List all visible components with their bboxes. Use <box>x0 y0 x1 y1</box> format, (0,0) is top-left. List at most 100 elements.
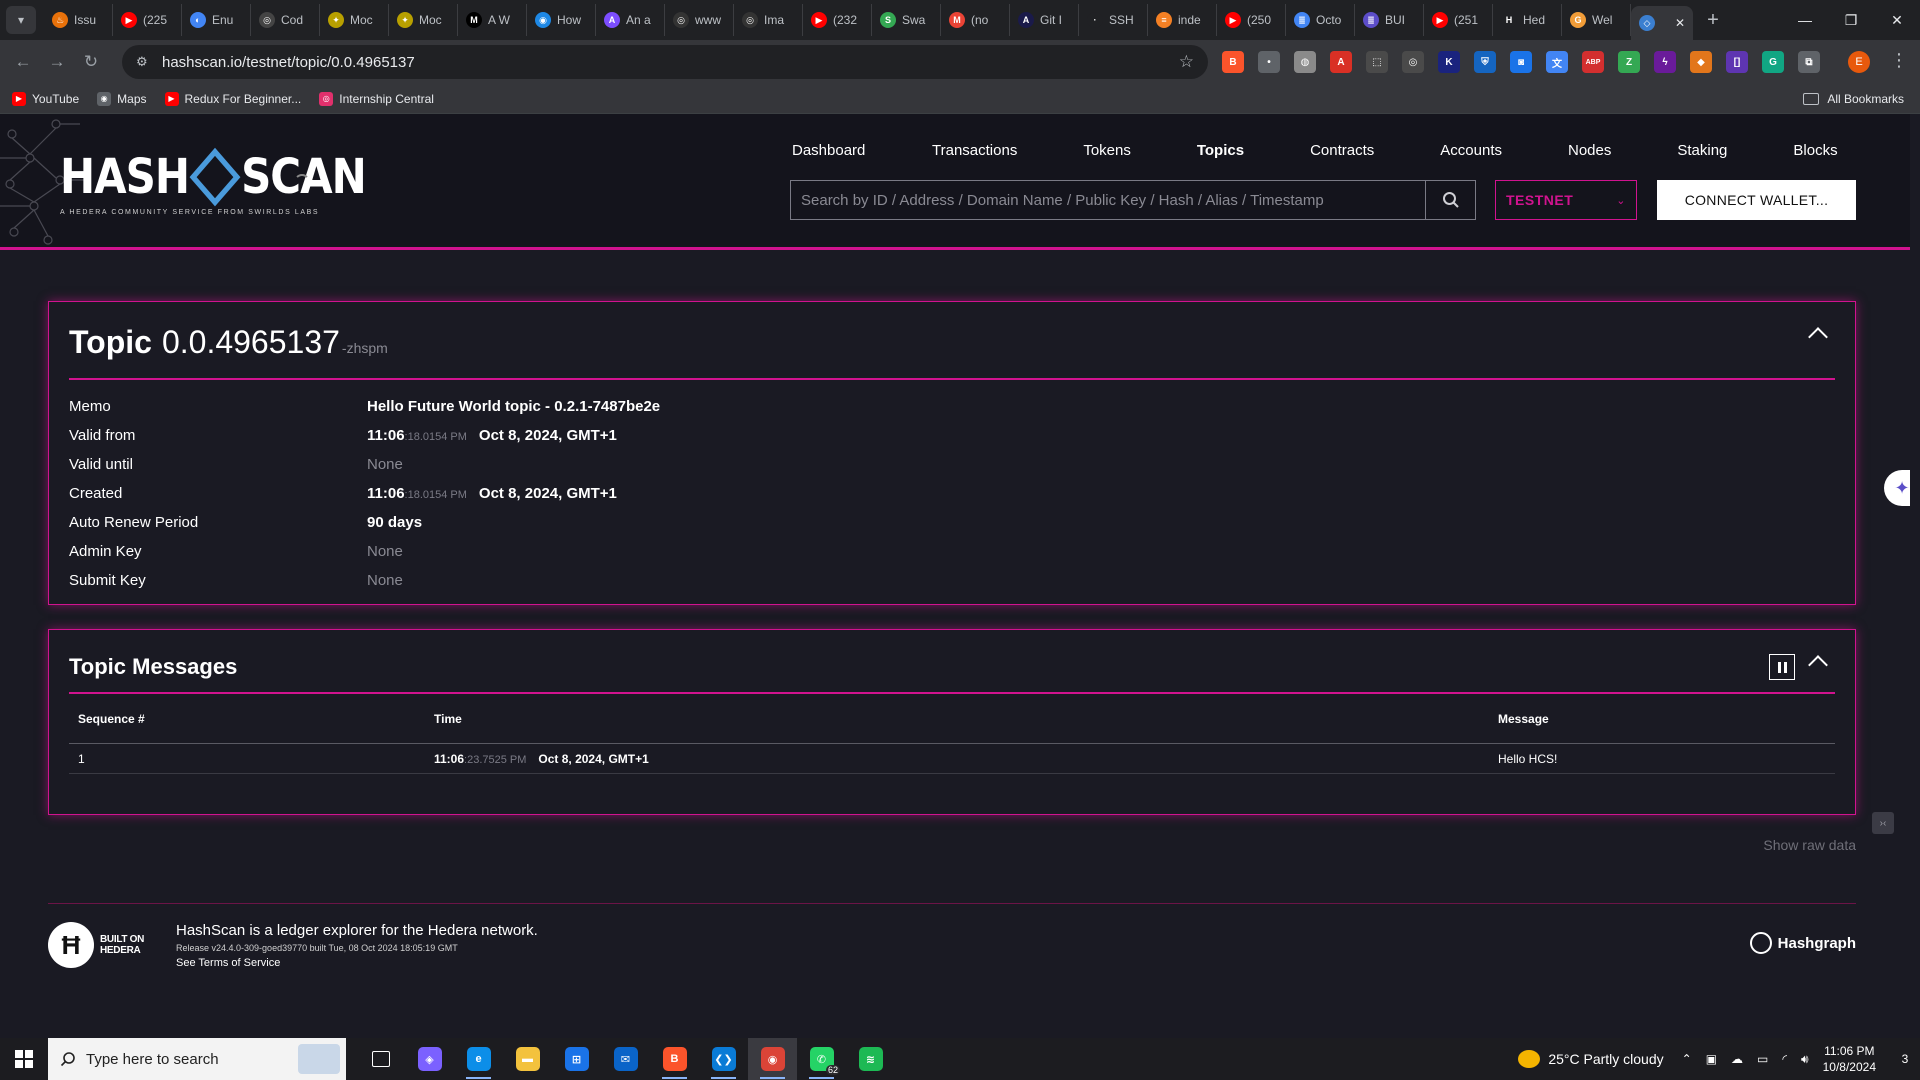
vscode-taskbar-button[interactable]: ❮❯ <box>699 1038 748 1080</box>
taskbar-search-box[interactable]: Type here to search <box>48 1038 346 1080</box>
hashgraph-logo[interactable]: Hashgraph <box>1749 932 1856 954</box>
metamask-icon[interactable]: ◆ <box>1690 51 1712 73</box>
pdf-icon[interactable]: A <box>1330 51 1352 73</box>
browser-tab[interactable]: ◇ ✕ <box>1631 6 1693 40</box>
browser-tab[interactable]: H Hed <box>1493 4 1562 36</box>
nav-transactions[interactable]: Transactions <box>932 142 1017 159</box>
close-tab-icon[interactable]: ✕ <box>1675 16 1685 30</box>
browser-tab[interactable]: ✦ Moc <box>320 4 389 36</box>
site-info-icon[interactable]: ⚙ <box>136 54 158 70</box>
weather-widget[interactable]: 25°C Partly cloudy <box>1518 1050 1664 1068</box>
browser-tab[interactable]: ✦ Moc <box>389 4 458 36</box>
column-header-sequence[interactable]: Sequence # <box>69 712 434 726</box>
bookmark-item[interactable]: ▶ YouTube <box>12 91 79 106</box>
adblock-icon[interactable]: ABP <box>1582 51 1604 73</box>
nav-topics[interactable]: Topics <box>1197 142 1244 159</box>
close-window-button[interactable]: ✕ <box>1874 0 1920 40</box>
system-clock[interactable]: 11:06 PM 10/8/2024 <box>1823 1043 1876 1075</box>
browser-tab[interactable]: G Wel <box>1562 4 1631 36</box>
browser-tab[interactable]: ♨ Issu <box>44 4 113 36</box>
browser-tab[interactable]: A An a <box>596 4 665 36</box>
lightning-extension-icon[interactable]: ϟ <box>1654 51 1676 73</box>
screenshot-icon[interactable]: ⬚ <box>1366 51 1388 73</box>
url-text[interactable]: hashscan.io/testnet/topic/0.0.4965137 <box>162 54 415 71</box>
collapse-chevron-up-icon[interactable] <box>1808 655 1828 675</box>
all-bookmarks-button[interactable]: All Bookmarks <box>1803 92 1904 106</box>
collapse-chevron-up-icon[interactable] <box>1808 327 1828 347</box>
code-toggle-icon[interactable]: ›‹ <box>1872 812 1894 834</box>
bookmark-item[interactable]: ◉ Maps <box>97 91 147 106</box>
show-raw-data-link[interactable]: Show raw data <box>1763 837 1856 853</box>
start-button[interactable] <box>0 1038 48 1080</box>
browser-tab[interactable]: ◎ Cod <box>251 4 320 36</box>
search-button[interactable] <box>1426 180 1476 220</box>
browser-tab[interactable]: ≡ inde <box>1148 4 1217 36</box>
nav-tokens[interactable]: Tokens <box>1083 142 1131 159</box>
browser-tab[interactable]: ≣ BUI <box>1355 4 1424 36</box>
grammarly-icon[interactable]: G <box>1762 51 1784 73</box>
meet-now-icon[interactable]: ▣ <box>1706 1052 1717 1067</box>
column-header-time[interactable]: Time <box>434 712 1498 726</box>
pause-button[interactable] <box>1769 654 1795 680</box>
new-tab-button[interactable]: + <box>1699 6 1727 34</box>
task-view-taskbar-button[interactable]: ⧉ <box>356 1038 405 1080</box>
copilot-taskbar-button[interactable]: ◈ <box>405 1038 454 1080</box>
browser-tab[interactable]: ▶ (251 <box>1424 4 1493 36</box>
browser-tab[interactable]: ▶ (250 <box>1217 4 1286 36</box>
onedrive-icon[interactable]: ☁ <box>1731 1052 1743 1067</box>
battery-icon[interactable]: ▭ <box>1757 1052 1768 1067</box>
bookmark-star-icon[interactable]: ☆ <box>1179 52 1194 72</box>
page-scrollbar[interactable] <box>1910 114 1920 1038</box>
browser-tab[interactable]: ≣ Octo <box>1286 4 1355 36</box>
mail-taskbar-button[interactable]: ✉ <box>601 1038 650 1080</box>
restore-button[interactable]: ❐ <box>1828 0 1874 40</box>
nav-blocks[interactable]: Blocks <box>1793 142 1837 159</box>
brave-icon[interactable]: B <box>1222 51 1244 73</box>
browser-tab[interactable]: M (no <box>941 4 1010 36</box>
target-icon[interactable]: ◎ <box>1402 51 1424 73</box>
reload-button[interactable]: ↻ <box>74 45 108 79</box>
bracket-extension-icon[interactable]: [] <box>1726 51 1748 73</box>
globe-extension-icon[interactable]: ◍ <box>1294 51 1316 73</box>
nav-accounts[interactable]: Accounts <box>1440 142 1502 159</box>
browser-tab[interactable]: ▶ (232 <box>803 4 872 36</box>
code-extension-icon[interactable]: K <box>1438 51 1460 73</box>
volume-icon[interactable]: 🔊︎ <box>1801 1052 1809 1067</box>
column-header-message[interactable]: Message <box>1498 712 1835 726</box>
forward-button[interactable]: → <box>40 45 74 79</box>
brave-browser-taskbar-button[interactable]: B <box>650 1038 699 1080</box>
search-field[interactable] <box>790 180 1426 220</box>
camera-extension-icon[interactable]: ◙ <box>1510 51 1532 73</box>
browser-tab[interactable]: ▶ (225 <box>113 4 182 36</box>
nav-contracts[interactable]: Contracts <box>1310 142 1374 159</box>
search-input[interactable] <box>801 191 1401 209</box>
bookmark-item[interactable]: ◎ Internship Central <box>319 91 434 106</box>
browser-tab[interactable]: MA W <box>458 4 527 36</box>
back-button[interactable]: ← <box>6 45 40 79</box>
show-hidden-icons-chevron-icon[interactable]: ⌃ <box>1682 1052 1692 1067</box>
tracker-extension-icon[interactable]: Z <box>1618 51 1640 73</box>
whatsapp-taskbar-button[interactable]: ✆ 62 <box>797 1038 846 1080</box>
tab-search-button[interactable]: ▾ <box>6 6 36 34</box>
address-bar[interactable]: ⚙ hashscan.io/testnet/topic/0.0.4965137 … <box>122 45 1208 79</box>
browser-menu-icon[interactable]: ⋮ <box>1890 50 1908 71</box>
network-selector[interactable]: TESTNET ⌄ <box>1495 180 1637 220</box>
wifi-icon[interactable]: ◜ <box>1782 1052 1787 1067</box>
terms-of-service-link[interactable]: See Terms of Service <box>176 957 538 969</box>
extensions-puzzle-icon[interactable]: ⧉ <box>1798 51 1820 73</box>
file-explorer-taskbar-button[interactable]: ▬ <box>503 1038 552 1080</box>
built-on-hedera-logo[interactable]: Ħ BUILT ON HEDERA <box>48 922 144 968</box>
chrome-taskbar-button[interactable]: ◉ <box>748 1038 797 1080</box>
nav-staking[interactable]: Staking <box>1677 142 1727 159</box>
spotify-taskbar-button[interactable]: ≋ <box>846 1038 895 1080</box>
browser-tab[interactable]: ◉ How <box>527 4 596 36</box>
table-row[interactable]: 1 11:06:23.7525 PM Oct 8, 2024, GMT+1 Hello… <box>69 744 1835 774</box>
minimize-button[interactable]: — <box>1782 0 1828 40</box>
shield-extension-icon[interactable]: ⛨ <box>1474 51 1496 73</box>
translate-icon[interactable]: 文 <box>1546 51 1568 73</box>
browser-tab[interactable]: S Swa <box>872 4 941 36</box>
browser-tab[interactable]: ◎ Ima <box>734 4 803 36</box>
nav-nodes[interactable]: Nodes <box>1568 142 1611 159</box>
extension-dot-icon[interactable]: • <box>1258 51 1280 73</box>
browser-tab[interactable]: A Git I <box>1010 4 1079 36</box>
